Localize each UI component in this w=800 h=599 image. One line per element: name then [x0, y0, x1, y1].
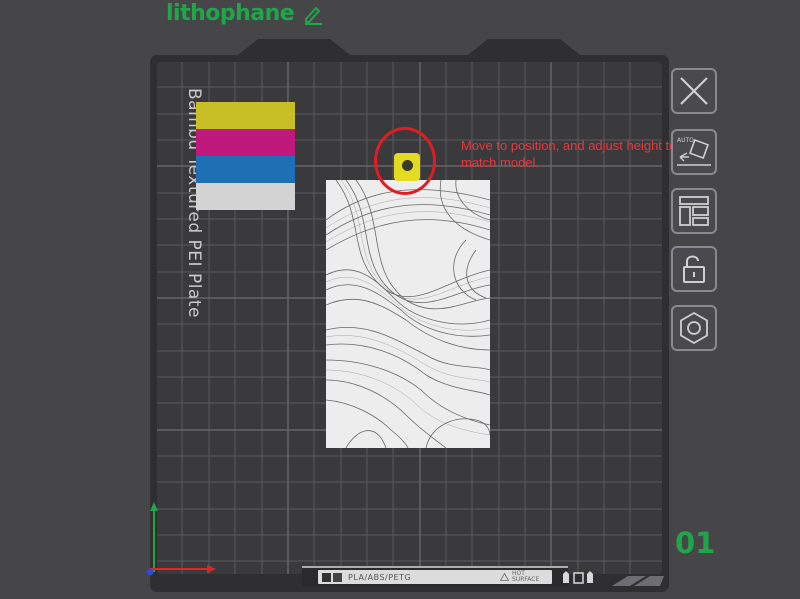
close-plate-button[interactable]	[671, 68, 717, 114]
hex-nut-icon	[680, 311, 708, 345]
auto-orient-button[interactable]: AUTO	[671, 129, 717, 175]
annotation-circle	[374, 127, 436, 195]
filament-swatches	[196, 102, 295, 210]
swatch-white	[196, 183, 295, 210]
close-icon	[680, 77, 708, 105]
auto-orient-icon: AUTO	[677, 137, 711, 166]
svg-text:AUTO: AUTO	[677, 137, 694, 144]
plate-settings-button[interactable]	[671, 305, 717, 351]
z-axis-origin	[146, 568, 154, 576]
warning-icon	[500, 573, 509, 581]
bed-materials: PLA/ABS/PETG	[348, 572, 412, 582]
lock-button[interactable]	[671, 246, 717, 292]
model-texture	[326, 180, 490, 448]
swatch-magenta	[196, 129, 295, 156]
plate-tab-right	[468, 39, 580, 55]
annotation-note: Move to position, and adjust height to m…	[461, 138, 677, 170]
plate-number: 01	[675, 526, 716, 560]
arrange-icon	[679, 196, 709, 226]
swatch-blue	[196, 156, 295, 183]
hot-surface-warning: HOT SURFACE	[500, 571, 542, 583]
swatch-yellow	[196, 102, 295, 129]
hot-surface-text: HOT SURFACE	[512, 570, 540, 583]
bed-heat-icons	[563, 571, 593, 584]
bed-info-label: PLA/ABS/PETG HOT SURFACE	[318, 570, 552, 584]
bed-qr-icon	[322, 572, 331, 582]
unlock-icon	[683, 255, 705, 283]
bed-logo-icon	[333, 572, 342, 582]
arrange-button[interactable]	[671, 188, 717, 234]
plate-tab-left	[238, 39, 350, 55]
lithophane-model[interactable]	[326, 180, 490, 448]
